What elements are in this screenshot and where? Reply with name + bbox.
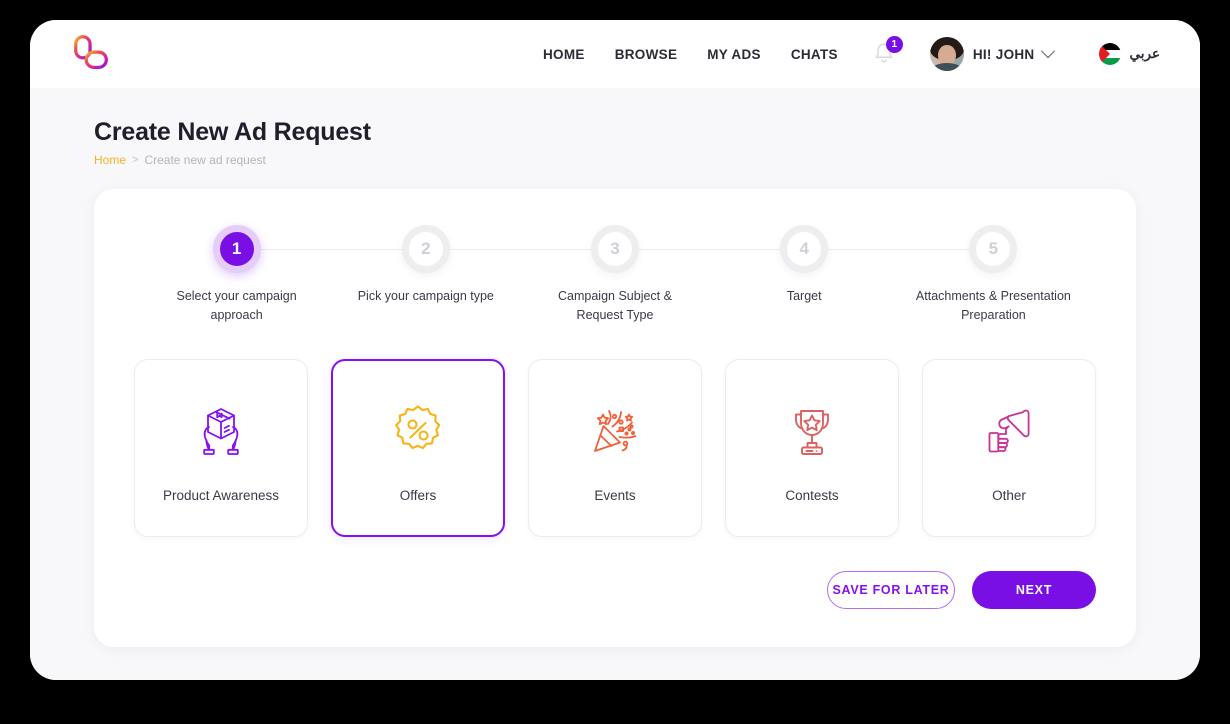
step-2-bubble[interactable]: 2 bbox=[401, 225, 450, 273]
step-5-bubble[interactable]: 5 bbox=[969, 225, 1018, 273]
option-card-other[interactable]: Other bbox=[922, 359, 1096, 537]
breadcrumb-separator: > bbox=[132, 154, 139, 166]
step-5: 5 Attachments & Presentation Preparation bbox=[899, 225, 1088, 325]
notifications-button[interactable]: 1 bbox=[872, 36, 903, 68]
wizard-stepper: 1 Select your campaign approach 2 Pick y… bbox=[134, 225, 1096, 325]
step-1-bubble[interactable]: 1 bbox=[212, 225, 261, 273]
breadcrumb: Home > Create new ad request bbox=[94, 153, 1136, 167]
avatar bbox=[929, 37, 964, 71]
chevron-down-icon bbox=[1041, 44, 1056, 59]
step-2: 2 Pick your campaign type bbox=[331, 225, 615, 325]
page-body: Create New Ad Request Home > Create new … bbox=[30, 88, 1200, 680]
step-4-bubble[interactable]: 4 bbox=[780, 225, 829, 273]
step-3-label: Campaign Subject & Request Type bbox=[558, 289, 672, 322]
breadcrumb-home-link[interactable]: Home bbox=[94, 153, 126, 167]
nav-item-chats[interactable]: CHATS bbox=[791, 47, 838, 62]
step-4-label: Target bbox=[786, 289, 822, 303]
app-window: HOME BROWSE MY ADS CHATS 1 HI! JOHN عربي… bbox=[30, 20, 1200, 680]
option-label: Events bbox=[594, 487, 636, 503]
top-header: HOME BROWSE MY ADS CHATS 1 HI! JOHN عربي bbox=[30, 20, 1200, 88]
save-for-later-button[interactable]: SAVE FOR LATER bbox=[827, 571, 955, 609]
next-button[interactable]: NEXT bbox=[972, 571, 1096, 609]
step-5-label: Attachments & Presentation Preparation bbox=[915, 289, 1071, 322]
main-navigation: HOME BROWSE MY ADS CHATS 1 HI! JOHN عربي bbox=[543, 36, 1160, 71]
nav-item-browse[interactable]: BROWSE bbox=[615, 47, 678, 62]
option-label: Offers bbox=[399, 487, 437, 503]
user-menu[interactable]: HI! JOHN bbox=[929, 37, 1056, 71]
step-3: 3 Campaign Subject & Request Type bbox=[520, 225, 805, 325]
wizard-actions: SAVE FOR LATER NEXT bbox=[134, 571, 1096, 609]
step-3-bubble[interactable]: 3 bbox=[591, 225, 639, 273]
nav-item-home[interactable]: HOME bbox=[543, 47, 585, 62]
campaign-approach-options: Product Awareness Offers Events Contests… bbox=[134, 359, 1096, 537]
option-card-offers[interactable]: Offers bbox=[331, 359, 505, 537]
trophy-icon bbox=[781, 394, 843, 466]
option-card-events[interactable]: Events bbox=[528, 359, 702, 537]
step-1-label: Select your campaign approach bbox=[176, 289, 297, 322]
percent-badge-icon bbox=[387, 394, 449, 466]
step-1: 1 Select your campaign approach bbox=[142, 225, 426, 325]
package-in-hands-icon bbox=[190, 394, 252, 466]
step-4: 4 Target bbox=[710, 225, 994, 325]
logo-icon bbox=[74, 35, 108, 70]
option-card-product-awareness[interactable]: Product Awareness bbox=[134, 359, 308, 537]
nav-item-my-ads[interactable]: MY ADS bbox=[707, 47, 761, 62]
brand-logo[interactable] bbox=[70, 32, 112, 76]
option-label: Other bbox=[992, 487, 1026, 503]
user-greeting: HI! JOHN bbox=[972, 46, 1035, 62]
breadcrumb-current: Create new ad request bbox=[144, 153, 266, 167]
notification-count-badge: 1 bbox=[885, 36, 903, 53]
option-label: Contests bbox=[785, 487, 839, 503]
option-card-contests[interactable]: Contests bbox=[725, 359, 899, 537]
wizard-panel: 1 Select your campaign approach 2 Pick y… bbox=[94, 189, 1136, 647]
step-2-label: Pick your campaign type bbox=[357, 289, 494, 303]
language-label: عربي bbox=[1129, 46, 1160, 61]
page-title: Create New Ad Request bbox=[94, 118, 371, 146]
option-label: Product Awareness bbox=[162, 487, 280, 503]
megaphone-in-hand-icon bbox=[978, 394, 1040, 466]
party-popper-icon bbox=[584, 394, 646, 466]
language-switcher[interactable]: عربي bbox=[1099, 43, 1160, 65]
palestine-flag-icon bbox=[1099, 43, 1122, 65]
